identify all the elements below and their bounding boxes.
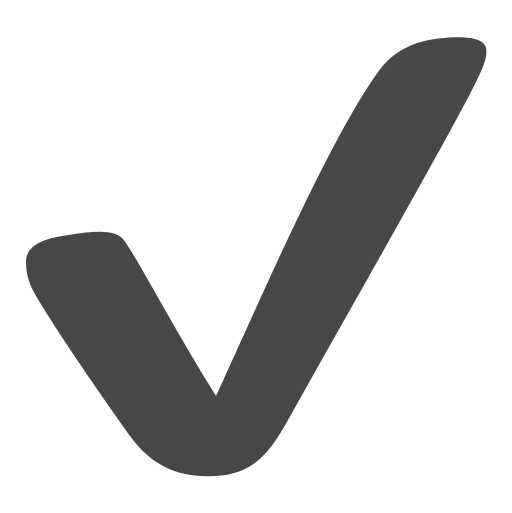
checkmark-shape <box>26 37 487 477</box>
icon-canvas <box>0 0 512 513</box>
checkmark-icon <box>0 0 512 513</box>
